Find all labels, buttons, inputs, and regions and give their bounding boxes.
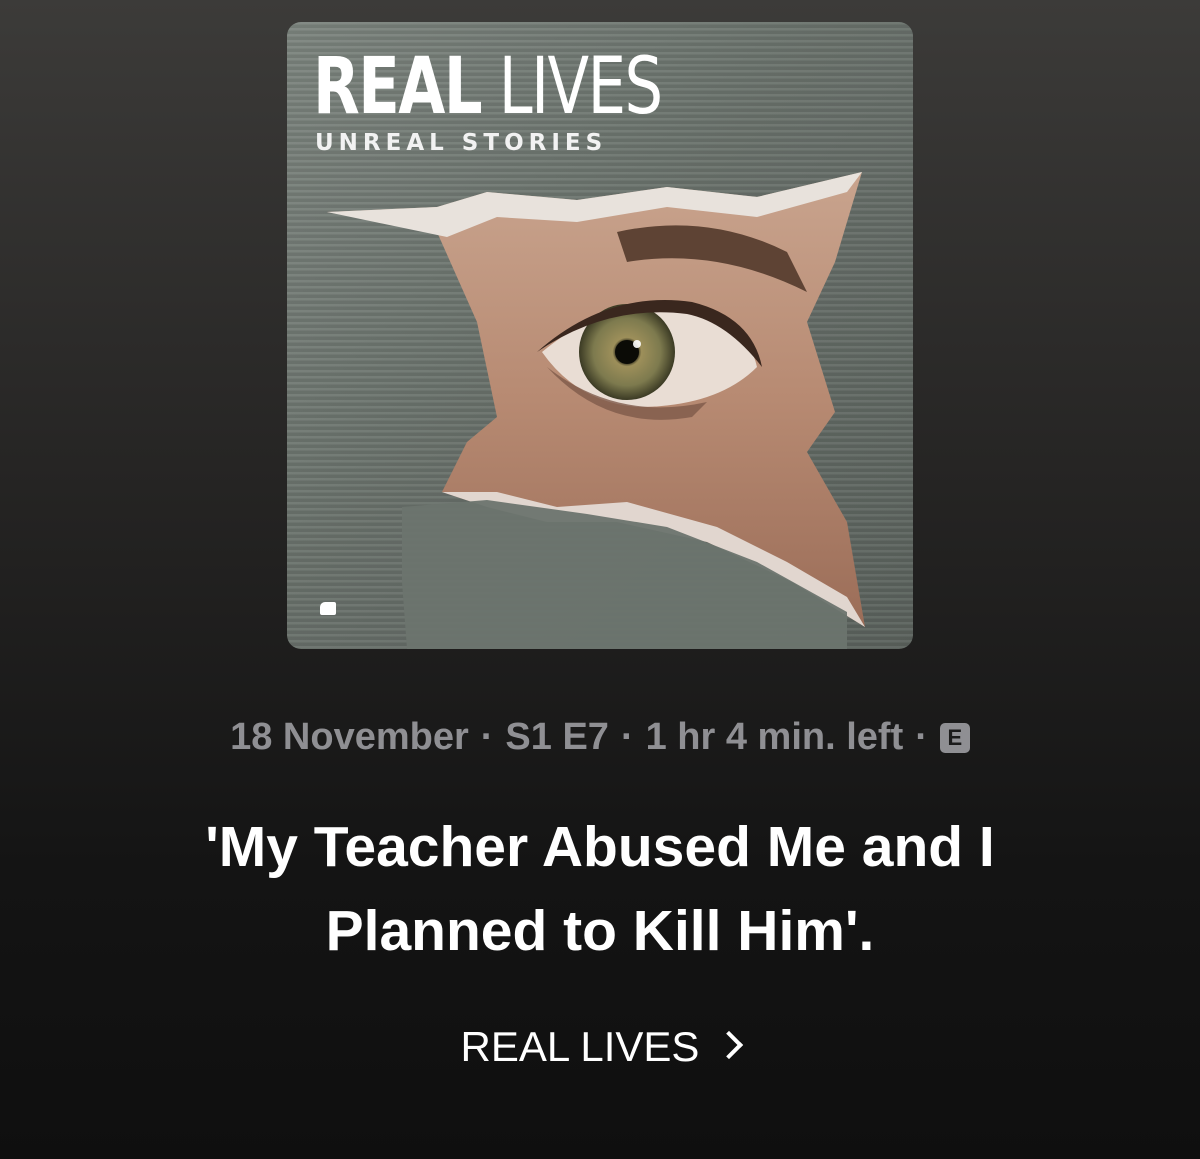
- episode-date: 18 November: [230, 716, 469, 758]
- artwork-subtitle: UNREAL STORIES: [315, 130, 608, 156]
- podcast-artwork: REAL LIVES UNREAL STORIES: [287, 22, 913, 649]
- artwork-title-bold: REAL: [313, 42, 483, 132]
- meta-separator: ·: [620, 716, 634, 758]
- meta-separator: ·: [915, 716, 928, 758]
- time-left: 1 hr 4 min. left: [645, 716, 904, 758]
- explicit-badge-icon: E: [939, 723, 970, 753]
- show-link-button[interactable]: REAL LIVES: [0, 1022, 1200, 1072]
- chevron-right-icon: [715, 1030, 744, 1060]
- episode-title: 'My Teacher Abused Me and I Planned to K…: [205, 815, 995, 963]
- meta-separator: ·: [480, 716, 494, 758]
- show-name: REAL LIVES: [460, 1023, 700, 1070]
- artwork-title-light: LIVES: [498, 42, 663, 132]
- episode-number: S1 E7: [505, 716, 609, 758]
- artwork-corner-badge-icon: [320, 602, 336, 615]
- artwork-title: REAL LIVES: [313, 42, 663, 132]
- episode-meta-line: 18 November · S1 E7 · 1 hr 4 min. left · E: [0, 712, 1200, 762]
